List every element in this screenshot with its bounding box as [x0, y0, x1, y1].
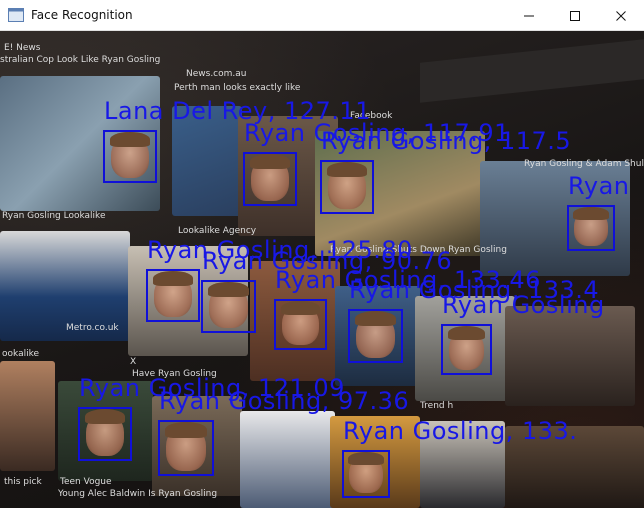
snippet: Young Alec Baldwin Is Ryan Gosling [58, 489, 218, 499]
face-box [274, 299, 327, 350]
face-box [146, 269, 200, 322]
snippet: Perth man looks exactly like [174, 83, 301, 93]
image-tile [0, 361, 55, 471]
close-button[interactable] [598, 0, 644, 31]
face-box [348, 309, 403, 363]
minimize-button[interactable] [506, 0, 552, 31]
snippet: Ryan Gosling Lookalike [2, 211, 106, 221]
snippet: stralian Cop Look Like Ryan Gosling [0, 55, 161, 65]
snippet: Trend h [420, 401, 454, 411]
face-box [320, 160, 374, 214]
image-tile [505, 306, 635, 406]
detection-label: Ryan Gosling, 117.5 [321, 127, 572, 155]
maximize-button[interactable] [552, 0, 598, 31]
source-label: Metro.co.uk [66, 323, 119, 333]
minimize-icon [524, 15, 534, 16]
face-box [441, 324, 492, 375]
face-recognition-window: Face Recognition E! News stralian Cop Lo… [0, 0, 644, 508]
source-label: Teen Vogue [60, 477, 112, 487]
face-box [243, 152, 297, 206]
detection-label: Ryan Gosling, 97.36 [159, 387, 410, 415]
source-label: Lookalike Agency [178, 226, 257, 236]
source-label: E! News [4, 43, 41, 53]
face-box [158, 420, 214, 476]
detection-label: Ryan Gosling, 133. [343, 417, 578, 445]
detection-label: Ryan Gosling [442, 291, 605, 319]
face-box [567, 205, 615, 251]
face-box [78, 407, 132, 461]
window-title: Face Recognition [31, 8, 133, 22]
app-window-icon [8, 8, 24, 22]
snippet: Ryan Gosling & Adam Shulma [524, 159, 644, 169]
detection-label: Ryan [568, 172, 630, 200]
source-label: X [130, 357, 137, 367]
maximize-icon [570, 10, 580, 21]
video-frame: E! News stralian Cop Look Like Ryan Gosl… [0, 31, 644, 508]
face-box [103, 130, 157, 183]
face-box [342, 450, 390, 498]
snippet: this pick [4, 477, 42, 487]
face-box [201, 280, 256, 333]
snippet: ookalike [2, 349, 40, 359]
image-tile [240, 411, 335, 508]
source-label: News.com.au [186, 69, 247, 79]
title-bar: Face Recognition [0, 0, 644, 31]
close-icon [616, 10, 626, 21]
